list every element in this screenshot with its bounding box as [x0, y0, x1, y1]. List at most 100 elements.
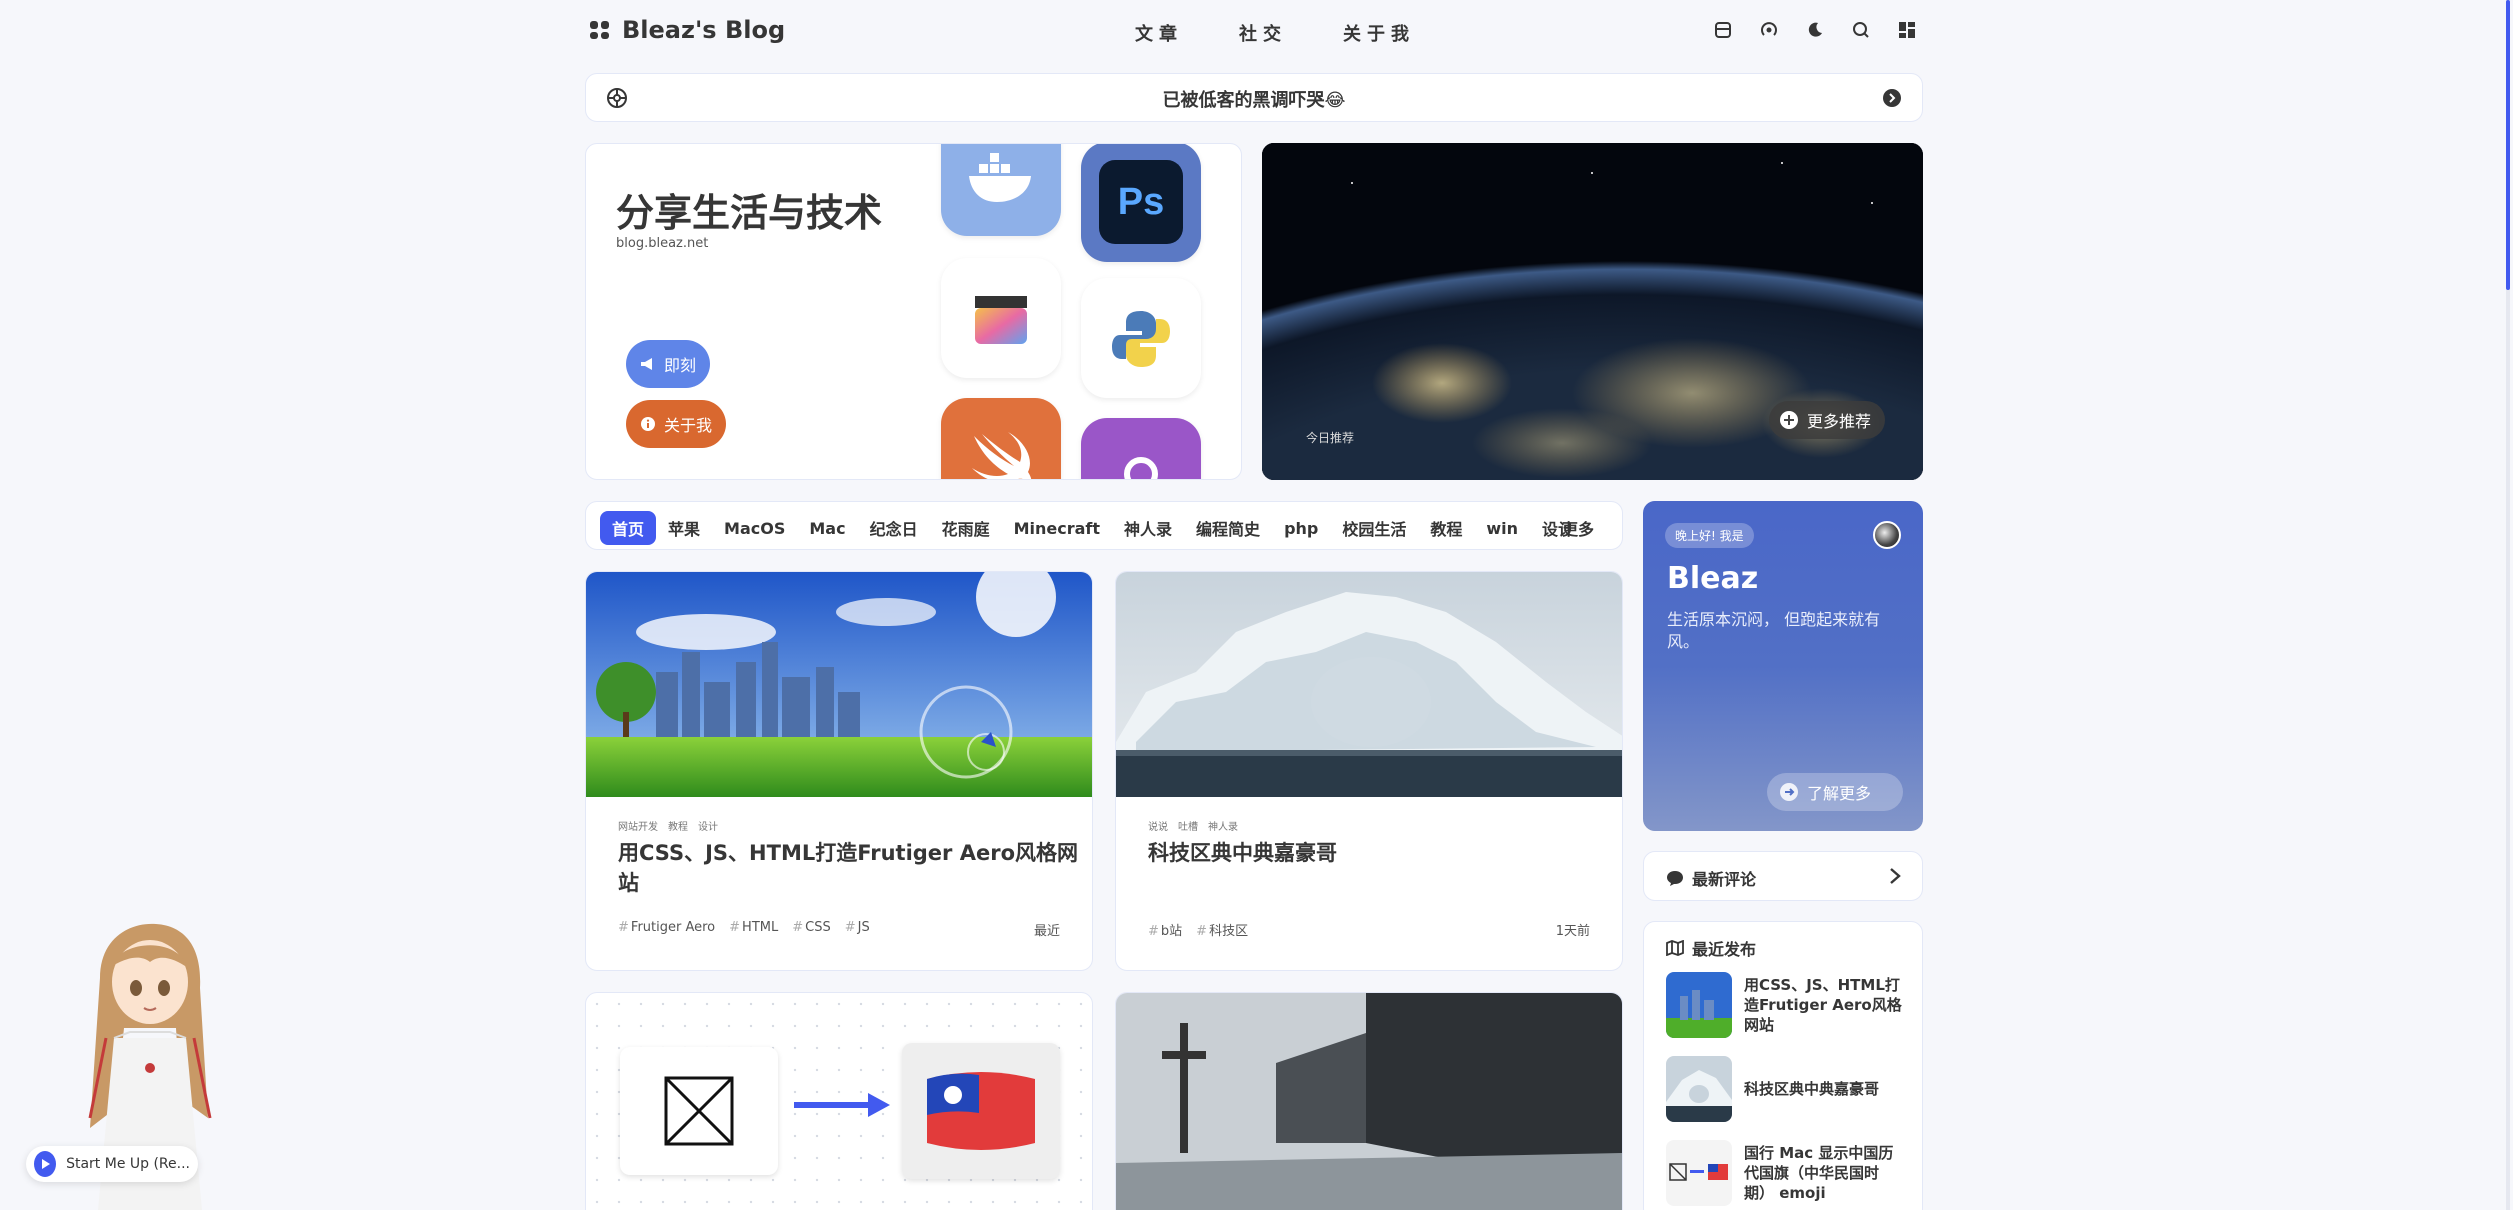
post-card[interactable]: [1115, 992, 1623, 1210]
more-recommend-button[interactable]: 更多推荐: [1769, 401, 1885, 439]
hero-title: 分享生活与技术: [616, 191, 883, 235]
category-list: 首页 苹果 MacOS Mac 纪念日 花雨庭 Minecraft 神人录 编程…: [600, 511, 1570, 545]
recent-post-thumb[interactable]: [1666, 1056, 1732, 1122]
podcast-icon: [1081, 418, 1201, 479]
post-categories: 网站开发 教程 设计: [618, 822, 718, 833]
post-card[interactable]: 说说 吐槽 神人录 科技区典中典嘉豪哥 b站 科技区 1天前: [1115, 571, 1623, 971]
flag-icon: [927, 1072, 1035, 1150]
menu-item-articles[interactable]: 文章: [1135, 20, 1183, 46]
post-cover-image[interactable]: [1116, 572, 1622, 797]
post-tag[interactable]: Frutiger Aero: [618, 920, 715, 935]
play-icon: [42, 1159, 51, 1169]
arrow-right-circle-icon: [1780, 783, 1798, 801]
menu-item-social[interactable]: 社交: [1239, 20, 1287, 46]
site-title[interactable]: Bleaz's Blog: [622, 16, 785, 44]
post-tag[interactable]: 科技区: [1196, 920, 1248, 939]
latest-comments-widget[interactable]: 最新评论: [1643, 851, 1923, 901]
grid-menu-icon[interactable]: [590, 21, 609, 39]
greeting-badge: 晚上好! 我是: [1665, 523, 1754, 548]
archive-icon[interactable]: [1713, 20, 1733, 40]
post-title[interactable]: 科技区典中典嘉豪哥: [1148, 837, 1337, 867]
comments-title: 最新评论: [1692, 870, 1757, 889]
page-scrollbar[interactable]: [2506, 0, 2510, 1210]
hero-card: 分享生活与技术 blog.bleaz.net 即刻 关于我 Ps: [585, 143, 1242, 480]
post-tag[interactable]: HTML: [729, 920, 778, 935]
featured-banner[interactable]: 今日推荐 更多推荐: [1262, 143, 1923, 480]
category-huayuting[interactable]: 花雨庭: [930, 511, 1002, 545]
recent-post-title[interactable]: 国行 Mac 显示中国历代国旗（中华民国时期） emoji: [1744, 1143, 1904, 1203]
feed-icon[interactable]: [1759, 20, 1779, 40]
chevron-right-icon[interactable]: [1888, 866, 1902, 886]
post-tag[interactable]: JS: [845, 920, 870, 935]
info-icon: [641, 417, 655, 431]
post-tag[interactable]: b站: [1148, 920, 1182, 939]
brand[interactable]: Bleaz's Blog: [590, 16, 785, 44]
category-more[interactable]: 更多: [1562, 516, 1594, 540]
category-macos[interactable]: MacOS: [712, 514, 797, 543]
author-description: 生活原本沉闷， 但跑起来就有风。: [1667, 610, 1881, 651]
recent-post-thumb[interactable]: [1666, 1140, 1732, 1206]
author-name: Bleaz: [1667, 561, 1759, 596]
top-nav: Bleaz's Blog 文章 社交 关于我: [580, 0, 1925, 64]
category-programming-history[interactable]: 编程简史: [1184, 511, 1272, 545]
song-title: Start Me Up (Re...: [66, 1156, 190, 1172]
play-button[interactable]: [34, 1151, 57, 1177]
hero-site-url: blog.bleaz.net: [616, 236, 709, 251]
category-anniversary[interactable]: 纪念日: [858, 511, 930, 545]
arrow-right-icon: [794, 1093, 890, 1117]
post-tags: Frutiger Aero HTML CSS JS: [618, 920, 870, 935]
python-icon: [1081, 278, 1201, 398]
map-icon: [1666, 940, 1684, 956]
post-time: 最近: [1033, 924, 1060, 939]
author-card: 晚上好! 我是 Bleaz 生活原本沉闷， 但跑起来就有风。 了解更多: [1643, 501, 1923, 831]
post-cover-image[interactable]: [586, 572, 1092, 797]
category-win[interactable]: win: [1474, 514, 1530, 543]
search-icon[interactable]: [1851, 20, 1871, 40]
category-mac[interactable]: Mac: [797, 514, 857, 543]
dashboard-icon[interactable]: [1897, 20, 1917, 40]
recent-post-item[interactable]: 用CSS、JS、HTML打造Frutiger Aero风格网站: [1666, 972, 1904, 1038]
post-cover-image[interactable]: [1116, 993, 1622, 1210]
post-card[interactable]: 网站开发 教程 设计 用CSS、JS、HTML打造Frutiger Aero风格…: [585, 571, 1093, 971]
music-player[interactable]: Start Me Up (Re...: [26, 1146, 198, 1182]
post-tags: b站 科技区: [1148, 920, 1248, 939]
post-title[interactable]: 用CSS、JS、HTML打造Frutiger Aero风格网站: [618, 837, 1092, 897]
category-php[interactable]: php: [1272, 514, 1330, 543]
megaphone-icon: [641, 358, 652, 370]
about-me-button[interactable]: 关于我: [626, 400, 726, 448]
recent-post-thumb[interactable]: [1666, 972, 1732, 1038]
recent-post-item[interactable]: 国行 Mac 显示中国历代国旗（中华民国时期） emoji: [1666, 1140, 1904, 1206]
today-pick-label: 今日推荐: [1306, 431, 1355, 445]
dark-mode-icon[interactable]: [1805, 20, 1825, 40]
main-menu: 文章 社交 关于我: [1135, 20, 1415, 46]
post-cover-image[interactable]: [586, 993, 1092, 1210]
category-apple[interactable]: 苹果: [656, 511, 712, 545]
category-shenrenlu[interactable]: 神人录: [1112, 511, 1184, 545]
avatar[interactable]: [1873, 521, 1901, 549]
menu-item-about[interactable]: 关于我: [1343, 20, 1415, 46]
category-tutorial[interactable]: 教程: [1418, 511, 1474, 545]
comment-icon: [1667, 871, 1683, 886]
category-home[interactable]: 首页: [600, 511, 657, 545]
nav-tools: [1713, 20, 1917, 40]
photoshop-icon: Ps: [1081, 144, 1201, 262]
recent-posts-widget: 最近发布 用CSS、JS、HTML打造Frutiger Aero风格网站 科技区…: [1643, 921, 1923, 1210]
recent-post-title[interactable]: 用CSS、JS、HTML打造Frutiger Aero风格网站: [1744, 975, 1904, 1035]
learn-more-button[interactable]: 了解更多: [1767, 773, 1903, 811]
post-tag[interactable]: CSS: [792, 920, 831, 935]
moment-button[interactable]: 即刻: [626, 340, 710, 388]
post-card[interactable]: [585, 992, 1093, 1210]
arrow-right-circle-icon[interactable]: [1882, 88, 1902, 112]
recent-post-title[interactable]: 科技区典中典嘉豪哥: [1744, 1079, 1904, 1099]
announcement-bar[interactable]: 已被低客的黑调吓哭😂: [585, 73, 1923, 122]
recent-title: 最近发布: [1692, 940, 1757, 959]
category-campus-life[interactable]: 校园生活: [1330, 511, 1418, 545]
recent-post-item[interactable]: 科技区典中典嘉豪哥: [1666, 1056, 1904, 1122]
scrollbar-thumb[interactable]: [2506, 0, 2510, 290]
category-minecraft[interactable]: Minecraft: [1002, 514, 1112, 543]
final-cut-icon: [941, 258, 1061, 378]
plus-circle-icon: [1780, 411, 1798, 429]
announcement-text[interactable]: 已被低客的黑调吓哭😂: [586, 86, 1922, 112]
broken-image-icon: [664, 1076, 734, 1146]
swift-icon: [941, 398, 1061, 479]
